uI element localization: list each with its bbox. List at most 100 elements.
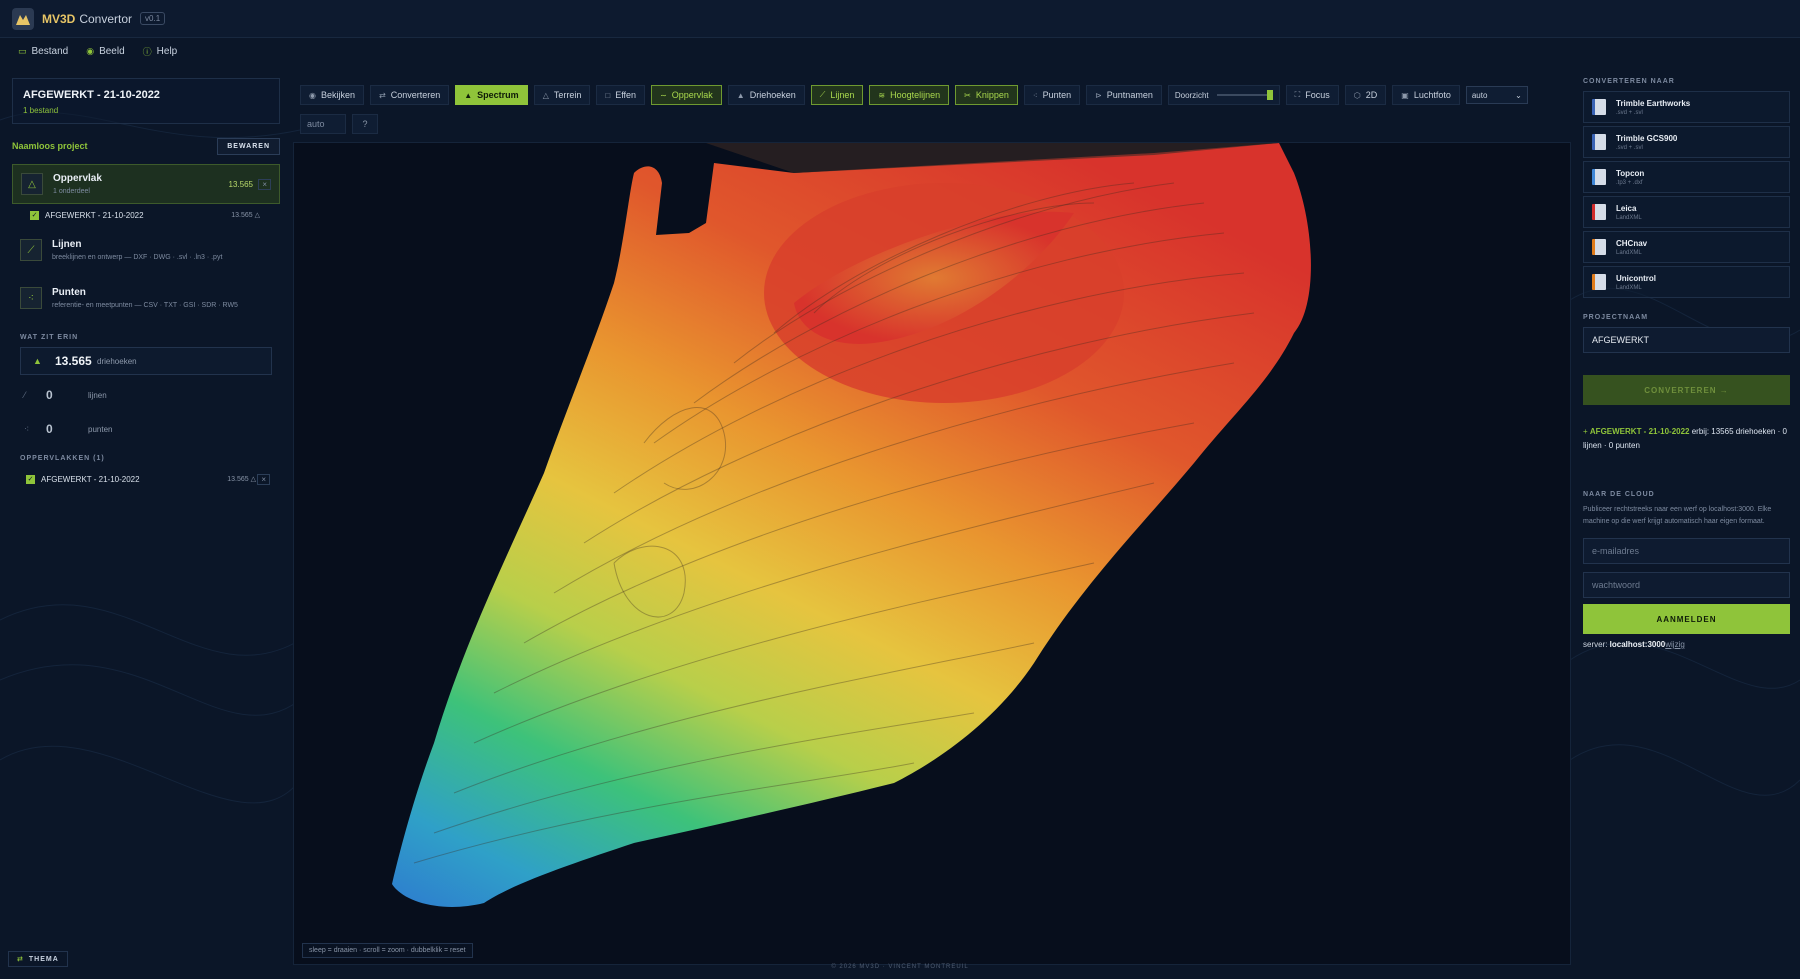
surfaces-list-item[interactable]: ✓ AFGEWERKT - 21-10-2022 13.565 △ × — [12, 468, 280, 490]
version-badge: v0.1 — [140, 12, 166, 25]
swap-icon: ⇄ — [379, 90, 386, 100]
navigation-hint: sleep = draaien · scroll = zoom · dubbel… — [302, 943, 473, 958]
clip-toggle[interactable]: ✂ Knippen — [955, 85, 1018, 105]
format-trimble-gcs900[interactable]: Trimble GCS900 .svd + .svl — [1583, 126, 1790, 158]
password-field[interactable]: wachtwoord — [1583, 572, 1790, 598]
stat-points: ⁖ 0 punten — [24, 422, 113, 436]
cloud-label: NAAR DE CLOUD — [1583, 491, 1655, 498]
file-card: AFGEWERKT - 21-10-2022 1 bestand — [12, 78, 280, 124]
folder-icon: ▭ — [18, 45, 27, 56]
title-bar: MV3D Convertor v0.1 — [0, 0, 1800, 38]
project-row: Naamloos project BEWAREN — [12, 132, 280, 160]
slider-thumb[interactable] — [1266, 90, 1273, 100]
terrain-button[interactable]: △ Terrein — [533, 85, 591, 105]
tab-view[interactable]: ◉ Bekijken — [300, 85, 365, 105]
topcon-icon — [1592, 169, 1606, 185]
surface-count: 13.565 — [228, 179, 253, 189]
help-icon: ⓘ — [142, 46, 152, 57]
app-name: MV3D — [42, 11, 76, 26]
line-icon: ⟋ — [819, 90, 826, 99]
aerial-select[interactable]: auto ⌄ — [1465, 86, 1528, 104]
auto-input[interactable]: auto — [300, 114, 346, 134]
points-icon: ⁖ — [20, 287, 42, 309]
stat-triangles: ▲ 13.565 driehoeken — [20, 347, 272, 375]
cloud-description: Publiceer rechtstreeks naar een werf op … — [1583, 506, 1772, 525]
mountain-icon: △ — [542, 90, 549, 100]
cube-icon: ⬡ — [1353, 90, 1361, 100]
3d-viewport[interactable]: sleep = draaien · scroll = zoom · dubbel… — [293, 142, 1571, 965]
layer-surface[interactable]: △ Oppervlak 1 onderdeel 13.565 × — [12, 164, 280, 204]
layer-points[interactable]: ⁖ Punten referentie- en meetpunten — CSV… — [12, 278, 280, 318]
close-icon[interactable]: × — [258, 178, 271, 190]
lines-toggle[interactable]: ⟋ Lijnen — [810, 85, 864, 105]
lines-icon: ⟋ — [20, 239, 42, 261]
menu-bar: ▭ Bestand ◉ Beeld ⓘ Help — [0, 38, 1800, 64]
points-toggle[interactable]: ⁖ Punten — [1023, 85, 1081, 105]
surface-item[interactable]: ✓ AFGEWERKT - 21-10-2022 13.565 △ — [12, 204, 280, 226]
contours-toggle[interactable]: ≋ Hoogtelijnen — [869, 85, 950, 105]
checkbox-icon[interactable]: ✓ — [30, 210, 39, 220]
dots-icon: ⁖ — [1032, 90, 1038, 100]
surface-toggle[interactable]: ∼ Oppervlak — [651, 85, 722, 105]
login-button[interactable]: AANMELDEN — [1583, 604, 1790, 634]
triangles-toggle[interactable]: ▲ Driehoeken — [727, 85, 805, 105]
convert-to-label: CONVERTEREN NAAR — [1583, 78, 1675, 85]
format-chcnav[interactable]: CHCnav LandXML — [1583, 231, 1790, 263]
focus-icon: ⛶ — [1294, 90, 1301, 99]
view-toolbar: ◉ Bekijken ⇄ Converteren ▲ Spectrum △ Terrei… — [300, 84, 1570, 106]
email-field[interactable]: e-mailadres — [1583, 538, 1790, 564]
save-button[interactable]: BEWAREN — [217, 137, 280, 155]
eye-icon: ◉ — [309, 90, 316, 100]
close-icon[interactable]: × — [257, 473, 270, 485]
mode-2d-button[interactable]: ⬡ 2D — [1344, 85, 1387, 105]
checkbox-icon[interactable]: ✓ — [26, 474, 35, 484]
point-names-toggle[interactable]: ⊳ Puntnamen — [1086, 85, 1162, 105]
trimble-icon — [1592, 99, 1606, 115]
transparency-slider[interactable] — [1216, 90, 1273, 100]
format-unicontrol[interactable]: Unicontrol LandXML — [1583, 266, 1790, 298]
leica-icon — [1592, 204, 1606, 220]
app-logo-icon — [12, 7, 34, 30]
surface-icon: △ — [21, 173, 43, 195]
format-topcon[interactable]: Topcon .tp3 + .dxf — [1583, 161, 1790, 193]
contents-label: WAT ZIT ERIN — [20, 334, 79, 341]
mountain-icon: ▲ — [464, 90, 473, 100]
server-info: server: localhost:3000wijzig — [1583, 640, 1685, 649]
stat-lines: ⁄ 0 lijnen — [24, 388, 107, 402]
spectrum-button[interactable]: ▲ Spectrum — [455, 85, 528, 105]
aerial-button[interactable]: ▣ Luchtfoto — [1392, 85, 1460, 105]
menu-help[interactable]: ⓘ Help — [143, 45, 178, 58]
conversion-summary: + AFGEWERKT - 21-10-2022 erbij: 13565 dr… — [1583, 427, 1787, 450]
transparency-control: Doorzicht — [1167, 85, 1280, 105]
scissors-icon: ✂ — [964, 90, 971, 100]
format-list: Trimble Earthworks .svd + .svl Trimble GC… — [1583, 91, 1790, 298]
file-count: 1 bestand — [23, 106, 59, 115]
line-icon: ⁄ — [24, 390, 26, 400]
tab-convert[interactable]: ⇄ Converteren — [370, 85, 450, 105]
flat-button[interactable]: □ Effen — [596, 85, 646, 105]
eye-icon: ◉ — [86, 45, 95, 56]
menu-bestand[interactable]: ▭ Bestand — [18, 46, 68, 57]
format-trimble-earthworks[interactable]: Trimble Earthworks .svd + .svl — [1583, 91, 1790, 123]
surfaces-label: OPPERVLAKKEN (1) — [20, 455, 105, 462]
format-leica[interactable]: Leica LandXML — [1583, 196, 1790, 228]
convert-button[interactable]: CONVERTEREN → — [1583, 375, 1790, 405]
app-subtitle: Convertor — [79, 11, 133, 26]
triangle-icon: ▲ — [33, 356, 42, 366]
menu-beeld[interactable]: ◉ Beeld — [86, 46, 124, 57]
focus-button[interactable]: ⛶ Focus — [1285, 85, 1339, 105]
help-button[interactable]: ? — [352, 114, 378, 134]
chevron-down-icon: ⌄ — [1515, 90, 1522, 100]
secondary-toolbar: auto ? — [300, 114, 378, 134]
chcnav-icon — [1592, 239, 1606, 255]
dots-icon: ⁖ — [24, 423, 30, 434]
project-name-input[interactable]: AFGEWERKT — [1583, 327, 1790, 353]
change-server-link[interactable]: wijzig — [1665, 640, 1685, 649]
wave-icon: ∼ — [660, 90, 667, 100]
layer-lines[interactable]: ⟋ Lijnen breeklijnen en ontwerp — DXF · … — [12, 230, 280, 270]
theme-icon: ⇄ — [17, 956, 24, 963]
square-icon: □ — [605, 90, 611, 100]
unicontrol-icon — [1592, 274, 1606, 290]
project-name-label: PROJECTNAAM — [1583, 314, 1649, 321]
trimble-icon — [1592, 134, 1606, 150]
